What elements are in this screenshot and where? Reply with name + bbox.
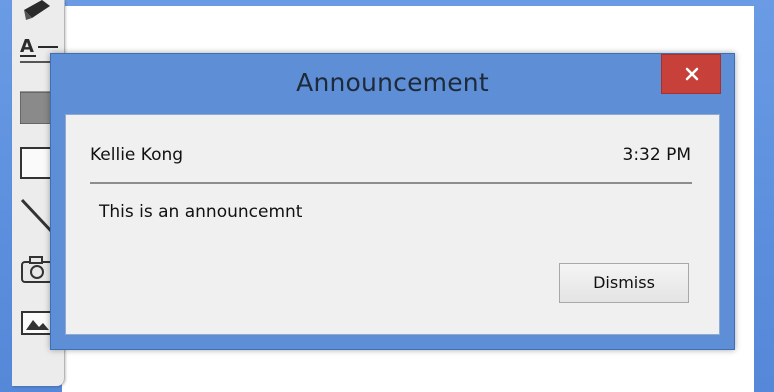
text-format-icon[interactable]: A xyxy=(20,34,58,68)
pencil-icon[interactable] xyxy=(20,0,54,34)
announcement-message: This is an announcemnt xyxy=(99,202,303,222)
close-icon xyxy=(662,55,722,93)
line-icon[interactable] xyxy=(20,198,54,234)
svg-text:A: A xyxy=(20,36,34,57)
camera-icon[interactable] xyxy=(20,254,54,288)
close-button[interactable] xyxy=(661,54,721,94)
image-icon[interactable] xyxy=(20,308,54,342)
dialog-title: Announcement xyxy=(296,68,489,97)
dialog-body: Kellie Kong 3:32 PM This is an announcem… xyxy=(65,114,720,335)
sender-name: Kellie Kong xyxy=(90,145,184,165)
timestamp: 3:32 PM xyxy=(622,145,692,165)
rectangle-icon[interactable] xyxy=(20,146,54,180)
fill-color-icon[interactable] xyxy=(20,90,54,124)
dismiss-button[interactable]: Dismiss xyxy=(559,263,689,303)
divider xyxy=(90,182,692,184)
announcement-dialog: Announcement Kellie Kong 3:32 PM This is… xyxy=(50,53,735,350)
